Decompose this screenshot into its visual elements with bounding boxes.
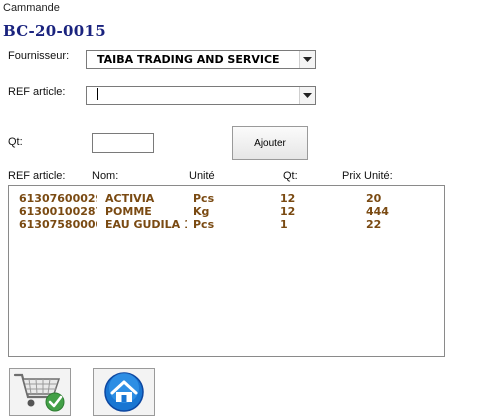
row-price: 444 bbox=[366, 205, 389, 218]
window-title: Cammande bbox=[3, 2, 60, 14]
header-unit: Unité bbox=[189, 170, 215, 182]
cart-button[interactable] bbox=[9, 368, 71, 416]
header-qty: Qt: bbox=[283, 170, 298, 182]
row-ref: 6130760002906 bbox=[19, 192, 97, 205]
row-name: EAU GUDILA 1,5L bbox=[105, 218, 187, 231]
row-price: 22 bbox=[366, 218, 382, 231]
row-price: 20 bbox=[366, 192, 382, 205]
home-icon bbox=[104, 372, 144, 412]
row-unit: Pcs bbox=[193, 192, 215, 205]
ref-article-value bbox=[87, 88, 299, 103]
qty-label: Qt: bbox=[8, 136, 23, 148]
row-unit: Kg bbox=[193, 205, 210, 218]
ref-article-select[interactable] bbox=[86, 86, 316, 105]
header-ref: REF article: bbox=[8, 170, 66, 182]
row-qty: 12 bbox=[280, 192, 296, 205]
text-cursor bbox=[97, 88, 98, 100]
chevron-down-icon[interactable] bbox=[299, 87, 315, 104]
header-price: Prix Unité: bbox=[342, 170, 393, 182]
row-ref: 6130010028707 bbox=[19, 205, 97, 218]
row-qty: 1 bbox=[280, 218, 288, 231]
supplier-value: TAIBA TRADING AND SERVICE bbox=[97, 53, 280, 66]
order-lines-list[interactable]: 6130760002906 ACTIVIA Pcs 12 20 61300100… bbox=[8, 185, 445, 357]
row-unit: Pcs bbox=[193, 218, 215, 231]
shopping-cart-check-icon bbox=[13, 373, 65, 412]
chevron-down-icon[interactable] bbox=[299, 51, 315, 68]
add-button[interactable]: Ajouter bbox=[232, 126, 308, 160]
row-qty: 12 bbox=[280, 205, 296, 218]
row-name: ACTIVIA bbox=[105, 192, 155, 205]
qty-input[interactable] bbox=[92, 133, 154, 153]
row-name: POMME bbox=[105, 205, 152, 218]
order-number: BC-20-0015 bbox=[3, 22, 106, 40]
ref-article-label: REF article: bbox=[8, 86, 66, 98]
home-button[interactable] bbox=[93, 368, 155, 416]
table-row[interactable]: 6130010028707 POMME Kg 12 444 bbox=[9, 205, 444, 218]
supplier-select[interactable]: TAIBA TRADING AND SERVICE bbox=[86, 50, 316, 69]
table-row[interactable]: 6130758000001 EAU GUDILA 1,5L Pcs 1 22 bbox=[9, 218, 444, 231]
supplier-label: Fournisseur: bbox=[8, 50, 70, 62]
row-ref: 6130758000001 bbox=[19, 218, 97, 231]
header-name: Nom: bbox=[92, 170, 119, 182]
table-row[interactable]: 6130760002906 ACTIVIA Pcs 12 20 bbox=[9, 192, 444, 205]
